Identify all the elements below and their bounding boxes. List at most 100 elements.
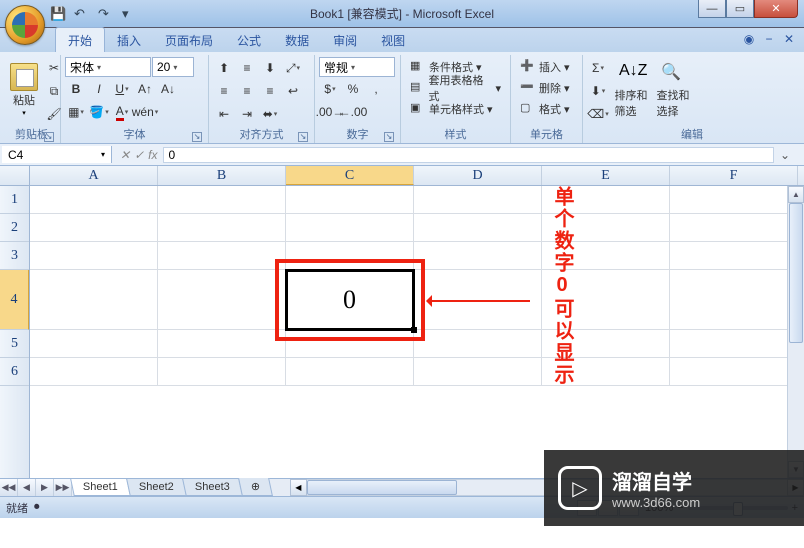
wrap-text[interactable]: ↩ (282, 80, 304, 102)
scroll-left[interactable]: ◀ (290, 479, 307, 496)
formula-input[interactable]: 0 (163, 147, 774, 163)
clear-button[interactable]: ⌫▾ (587, 103, 609, 125)
autosum[interactable]: Σ▾ (587, 57, 609, 79)
font-size-combo[interactable]: 20▾ (152, 57, 194, 77)
cell-C4[interactable]: 0 (286, 270, 414, 330)
phonetic[interactable]: wén▾ (134, 101, 156, 123)
close-button[interactable]: ✕ (754, 0, 798, 18)
cell-F4[interactable] (670, 270, 798, 330)
sheet-new[interactable]: ⊕ (238, 478, 273, 496)
comma-button[interactable]: , (365, 78, 387, 100)
orientation[interactable]: ⤢▾ (282, 57, 304, 79)
fill-handle[interactable] (411, 327, 417, 333)
number-format-combo[interactable]: 常规▾ (319, 57, 395, 77)
delete-cells[interactable]: ➖删除 ▾ (515, 78, 578, 98)
sheet-nav-next[interactable]: ▶ (36, 479, 54, 496)
font-launcher[interactable]: ↘ (192, 132, 202, 142)
tab-formulas[interactable]: 公式 (225, 28, 273, 52)
format-cells[interactable]: ▢格式 ▾ (515, 99, 578, 119)
qat-more[interactable]: ▾ (122, 6, 138, 22)
cell-D3[interactable] (414, 242, 542, 270)
cell-B5[interactable] (158, 330, 286, 358)
dec-decimal[interactable]: ←.00 (342, 101, 364, 123)
border-button[interactable]: ▦▾ (65, 101, 87, 123)
cell-B6[interactable] (158, 358, 286, 386)
enter-formula[interactable]: ✓ (134, 148, 144, 162)
grow-font[interactable]: A↑ (134, 78, 156, 100)
colhdr-F[interactable]: F (670, 166, 798, 185)
tab-view[interactable]: 视图 (369, 28, 417, 52)
maximize-button[interactable]: ▭ (726, 0, 754, 18)
sheet-nav-prev[interactable]: ◀ (18, 479, 36, 496)
tab-pagelayout[interactable]: 页面布局 (153, 28, 225, 52)
cell-F1[interactable] (670, 186, 798, 214)
name-box[interactable]: C4▾ (2, 146, 112, 163)
align-center[interactable]: ≡ (236, 80, 258, 102)
font-color[interactable]: A▾ (111, 101, 133, 123)
align-left[interactable]: ≡ (213, 80, 235, 102)
cell-A2[interactable] (30, 214, 158, 242)
cell-C2[interactable] (286, 214, 414, 242)
fx-button[interactable]: fx (148, 148, 157, 162)
colhdr-B[interactable]: B (158, 166, 286, 185)
font-name-combo[interactable]: 宋体▾ (65, 57, 151, 77)
help-icon[interactable]: ◉ (742, 32, 756, 46)
align-top[interactable]: ⬆ (213, 57, 235, 79)
cell-F2[interactable] (670, 214, 798, 242)
align-right[interactable]: ≡ (259, 80, 281, 102)
underline-button[interactable]: U▾ (111, 78, 133, 100)
qat-undo[interactable]: ↶ (74, 6, 90, 22)
tab-data[interactable]: 数据 (273, 28, 321, 52)
qat-redo[interactable]: ↷ (98, 6, 114, 22)
cell-B4[interactable] (158, 270, 286, 330)
cell-D2[interactable] (414, 214, 542, 242)
align-bottom[interactable]: ⬇ (259, 57, 281, 79)
sort-filter[interactable]: A↓Z 排序和 筛选 (611, 57, 651, 123)
sheet-tab-3[interactable]: Sheet3 (182, 479, 242, 496)
ribbon-minimize[interactable]: − (762, 32, 776, 46)
rowhdr-3[interactable]: 3 (0, 242, 29, 270)
paste-button[interactable]: 粘贴 ▾ (7, 57, 41, 123)
shrink-font[interactable]: A↓ (157, 78, 179, 100)
tab-home[interactable]: 开始 (55, 27, 105, 52)
fill-button[interactable]: ⬇▾ (587, 80, 609, 102)
cell-F5[interactable] (670, 330, 798, 358)
cell-A4[interactable] (30, 270, 158, 330)
colhdr-D[interactable]: D (414, 166, 542, 185)
sheet-nav-last[interactable]: ▶▶ (54, 479, 72, 496)
inc-indent[interactable]: ⇥ (236, 103, 258, 125)
bold-button[interactable]: B (65, 78, 87, 100)
cell-C6[interactable] (286, 358, 414, 386)
select-all-corner[interactable] (0, 166, 30, 185)
cell-D1[interactable] (414, 186, 542, 214)
tab-review[interactable]: 审阅 (321, 28, 369, 52)
dec-indent[interactable]: ⇤ (213, 103, 235, 125)
sheet-tab-1[interactable]: Sheet1 (70, 479, 130, 496)
minimize-button[interactable]: — (698, 0, 726, 18)
cell-D6[interactable] (414, 358, 542, 386)
fill-color[interactable]: 🪣▾ (88, 101, 110, 123)
cell-F6[interactable] (670, 358, 798, 386)
cell-A5[interactable] (30, 330, 158, 358)
vscroll-thumb[interactable] (789, 203, 803, 343)
number-launcher[interactable]: ↘ (384, 132, 394, 142)
cell-A1[interactable] (30, 186, 158, 214)
italic-button[interactable]: I (88, 78, 110, 100)
rowhdr-2[interactable]: 2 (0, 214, 29, 242)
cell-C1[interactable] (286, 186, 414, 214)
hscroll-thumb[interactable] (307, 480, 457, 495)
clipboard-launcher[interactable]: ↘ (44, 132, 54, 142)
cell-C3[interactable] (286, 242, 414, 270)
percent-button[interactable]: % (342, 78, 364, 100)
align-middle[interactable]: ≡ (236, 57, 258, 79)
cancel-formula[interactable]: ✕ (120, 148, 130, 162)
workbook-close[interactable]: ✕ (782, 32, 796, 46)
sheet-nav-first[interactable]: ◀◀ (0, 479, 18, 496)
cell-styles[interactable]: ▣单元格样式 ▾ (405, 99, 506, 119)
format-as-table[interactable]: ▤套用表格格式 ▾ (405, 78, 506, 98)
cell-A3[interactable] (30, 242, 158, 270)
expand-formula-bar[interactable]: ⌄ (780, 148, 798, 162)
scroll-up[interactable]: ▲ (788, 186, 804, 203)
rowhdr-4[interactable]: 4 (0, 270, 29, 330)
cell-A6[interactable] (30, 358, 158, 386)
